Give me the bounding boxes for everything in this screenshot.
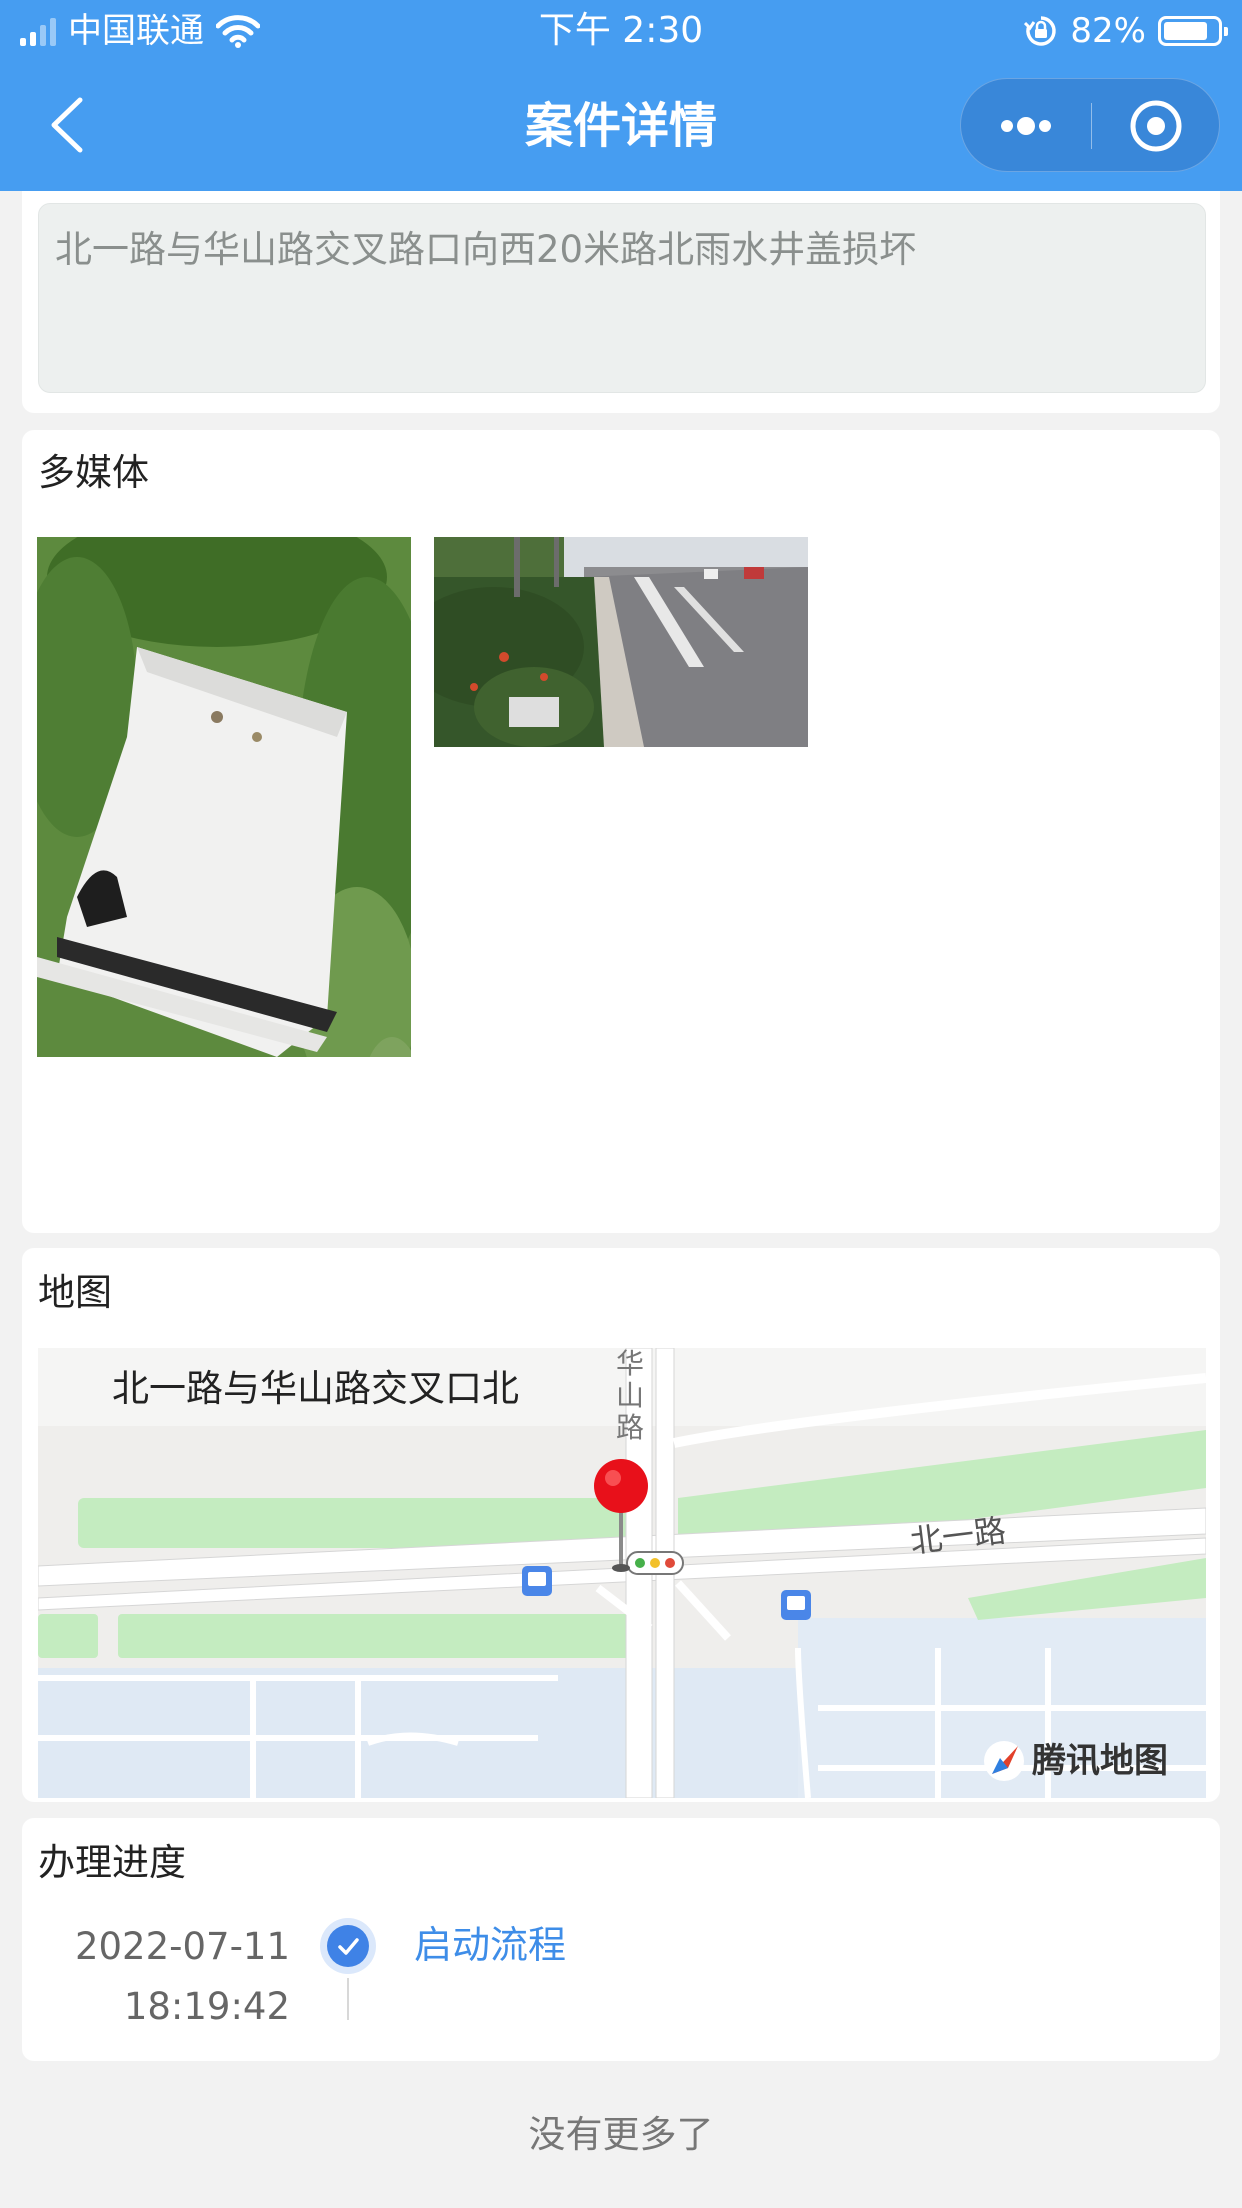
miniprogram-capsule bbox=[960, 78, 1220, 172]
step-check-icon bbox=[320, 1918, 376, 1974]
map-card: 地图 北一路与华山路交叉口北 华山路 北一路 腾讯地图 bbox=[22, 1248, 1220, 1802]
map-provider-label: 腾讯地图 bbox=[1032, 1741, 1168, 1781]
manhole-cover-photo[interactable] bbox=[37, 537, 411, 1207]
progress-step-time: 18:19:42 bbox=[123, 1985, 290, 2028]
timeline-line bbox=[347, 1978, 349, 2020]
progress-step-label[interactable]: 启动流程 bbox=[414, 1920, 566, 1970]
description-card: 北一路与华山路交叉路口向西20米路北雨水井盖损坏 bbox=[22, 191, 1220, 413]
close-miniprogram-button[interactable] bbox=[1092, 79, 1221, 173]
battery-icon bbox=[1158, 16, 1228, 46]
roadside-photo[interactable] bbox=[434, 537, 808, 747]
more-button[interactable] bbox=[961, 79, 1091, 173]
description-box: 北一路与华山路交叉路口向西20米路北雨水井盖损坏 bbox=[38, 203, 1206, 393]
more-dots-icon bbox=[1001, 117, 1051, 135]
no-more-footer: 没有更多了 bbox=[528, 2113, 714, 2156]
map-road-vertical: 华山路 bbox=[616, 1348, 645, 1444]
status-bar: 中国联通 下午 2:30 82% bbox=[0, 0, 1242, 62]
nav-bar: 案件详情 bbox=[0, 62, 1242, 191]
target-circle-icon bbox=[1130, 100, 1182, 152]
battery-percent: 82% bbox=[1070, 11, 1146, 51]
description-text: 北一路与华山路交叉路口向西20米路北雨水井盖损坏 bbox=[55, 228, 917, 271]
rotation-lock-icon bbox=[1024, 16, 1057, 46]
progress-step-date: 2022-07-11 bbox=[74, 1925, 290, 1968]
media-card: 多媒体 bbox=[22, 430, 1220, 1233]
map-view[interactable]: 北一路与华山路交叉口北 华山路 北一路 腾讯地图 bbox=[38, 1348, 1206, 1798]
map-heading: 地图 bbox=[38, 1271, 112, 1314]
progress-card: 办理进度 2022-07-11 18:19:42 启动流程 bbox=[22, 1818, 1220, 2061]
map-location-label: 北一路与华山路交叉口北 bbox=[112, 1367, 519, 1410]
media-heading: 多媒体 bbox=[38, 451, 149, 494]
header: 中国联通 下午 2:30 82% 案件详情 bbox=[0, 0, 1242, 191]
progress-heading: 办理进度 bbox=[38, 1841, 186, 1884]
